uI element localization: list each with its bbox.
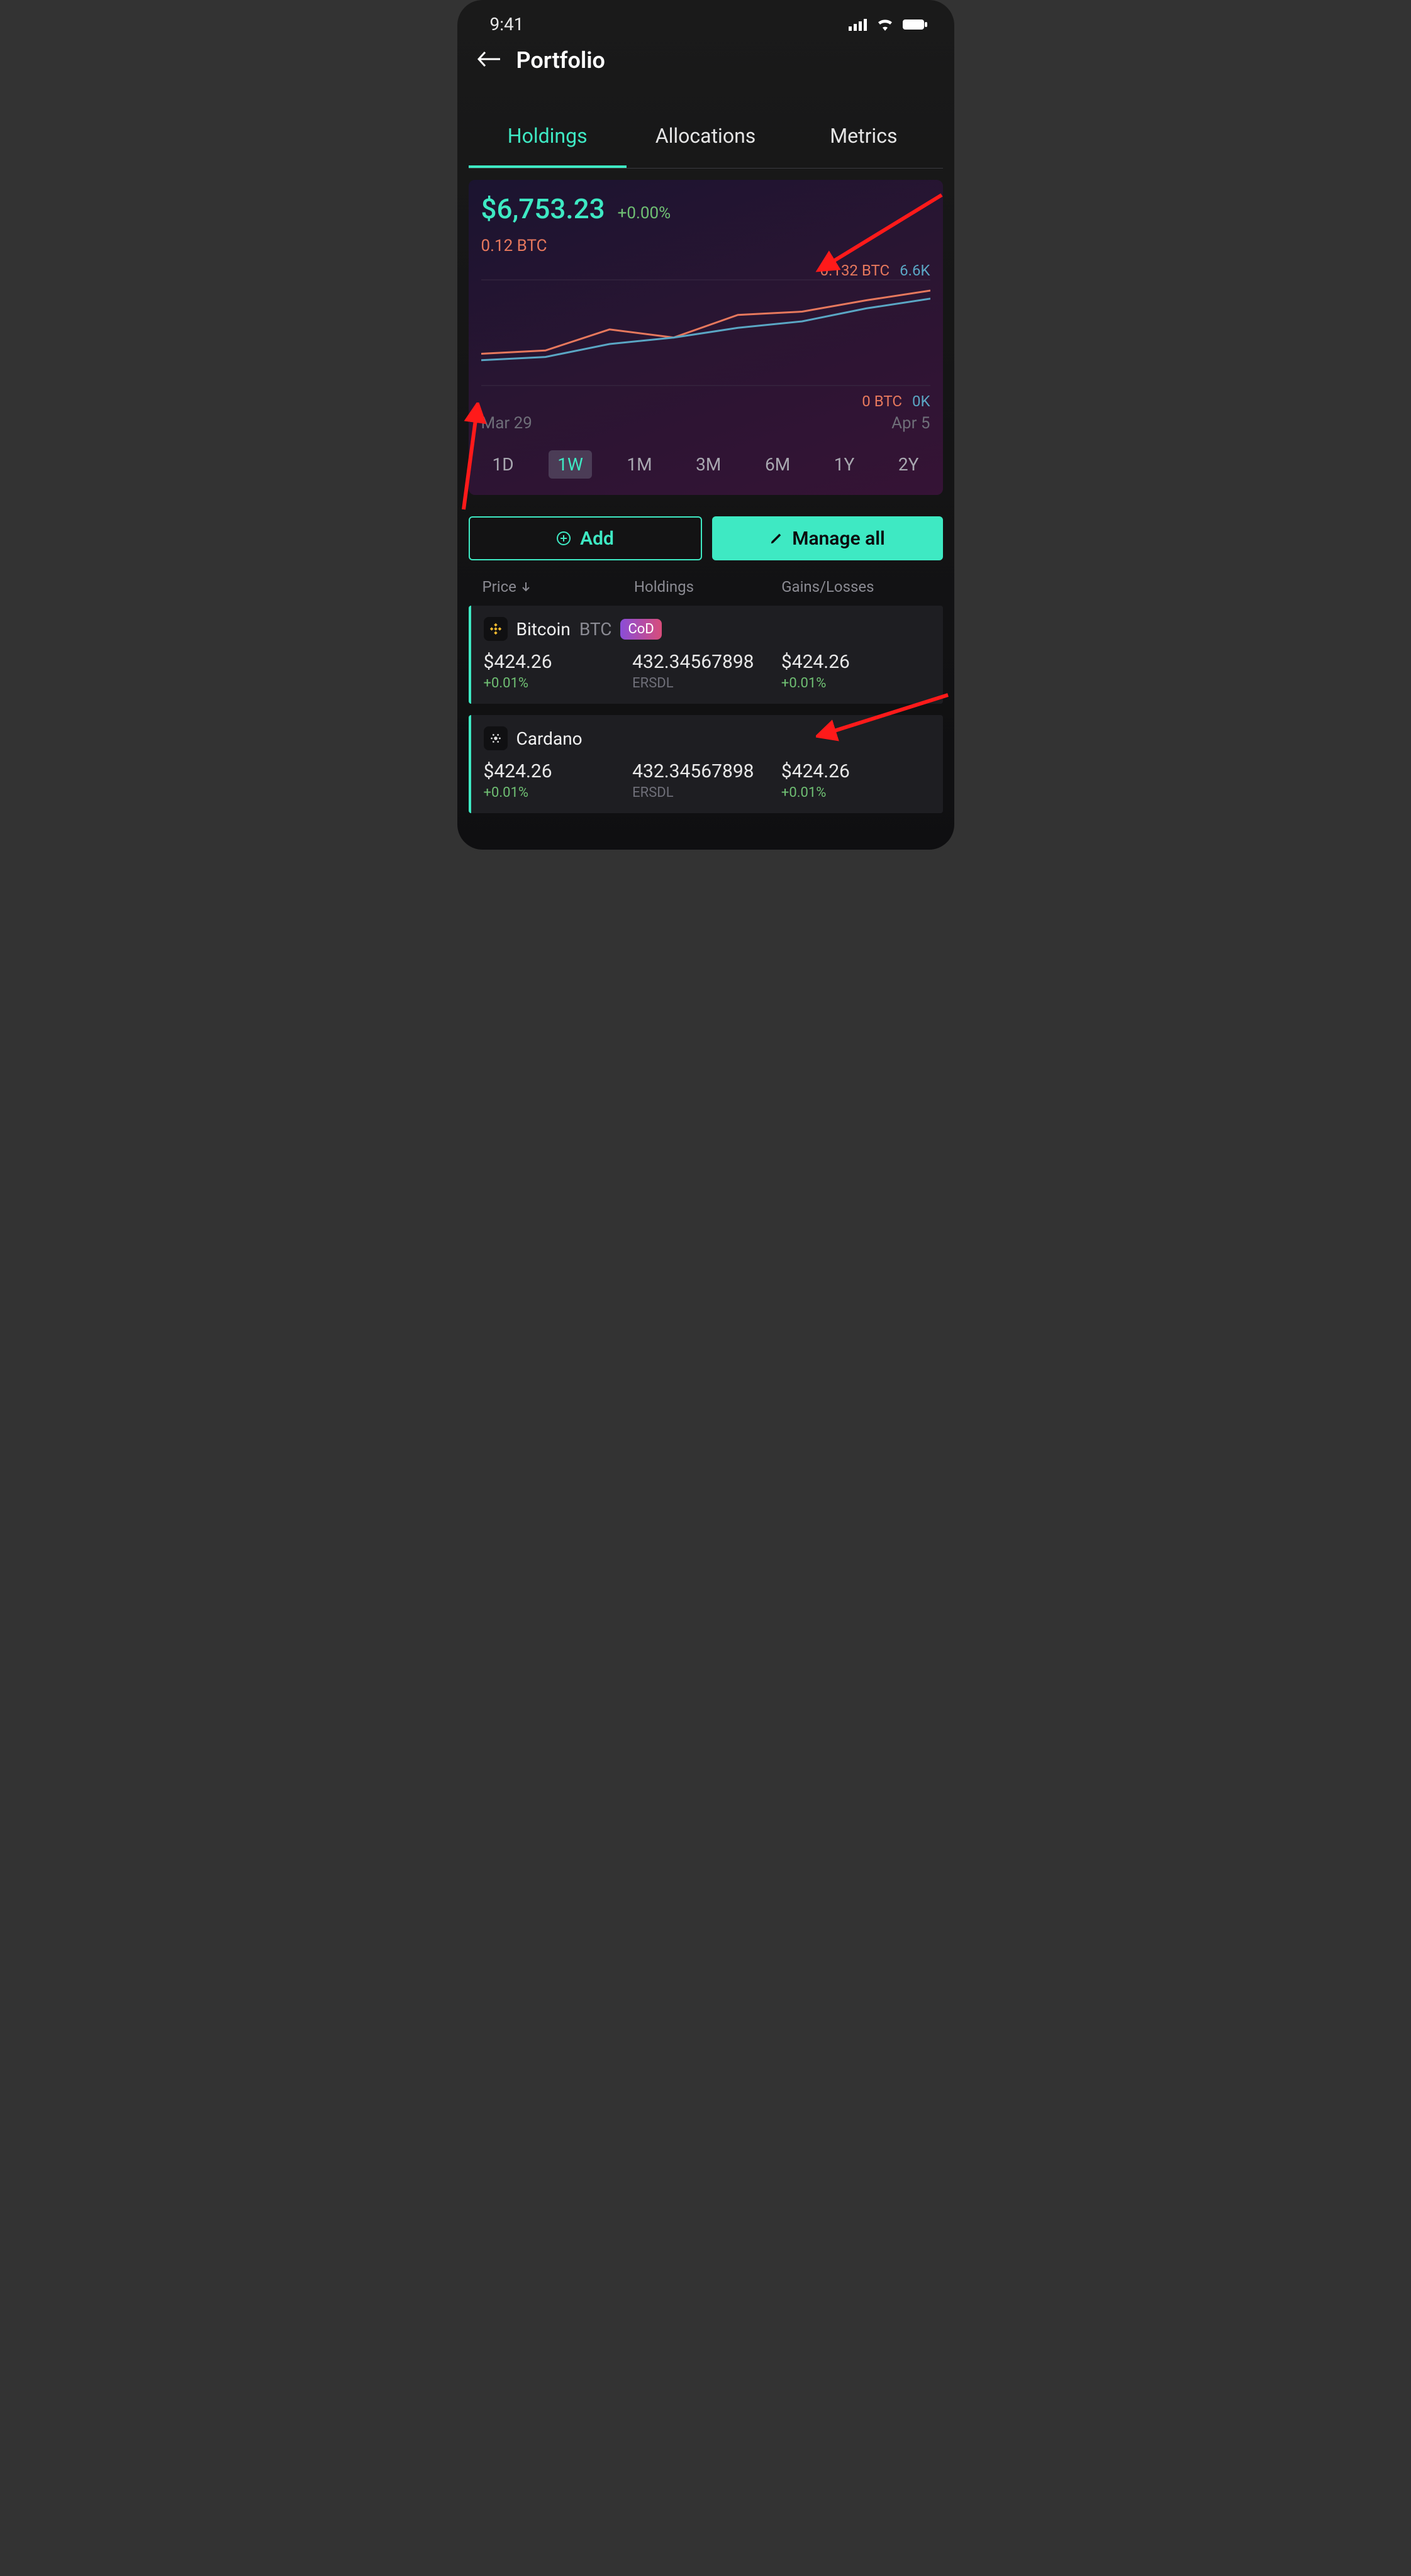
- asset-row[interactable]: BitcoinBTCCoD$424.26+0.01%432.34567898ER…: [469, 606, 943, 704]
- pencil-icon: [769, 531, 783, 545]
- axis-top-usd: 6.6K: [900, 262, 930, 279]
- page-title: Portfolio: [516, 47, 605, 74]
- asset-price-change: +0.01%: [484, 785, 633, 801]
- battery-icon: [903, 18, 928, 31]
- signal-icon: [849, 18, 867, 31]
- asset-badge: CoD: [620, 619, 661, 640]
- chart-date-range: Mar 29 Apr 5: [481, 414, 930, 433]
- tab-metrics[interactable]: Metrics: [784, 111, 942, 168]
- range-2y[interactable]: 2Y: [890, 450, 928, 479]
- status-icons: [849, 18, 928, 31]
- asset-price-change: +0.01%: [484, 675, 633, 691]
- time-range-selector: 1D 1W 1M 3M 6M 1Y 2Y: [481, 450, 930, 479]
- col-header-price[interactable]: Price: [482, 578, 634, 596]
- asset-name: Bitcoin: [516, 619, 571, 640]
- action-row: Add Manage all: [469, 516, 943, 560]
- binance-icon: [484, 617, 508, 641]
- chart-axis-bottom: 0 BTC 0K: [481, 392, 930, 410]
- cardano-icon: [484, 726, 508, 750]
- col-header-holdings[interactable]: Holdings: [634, 578, 781, 596]
- tab-holdings[interactable]: Holdings: [469, 111, 627, 168]
- tabs: Holdings Allocations Metrics: [469, 111, 943, 169]
- range-6m[interactable]: 6M: [756, 450, 799, 479]
- balance-change: +0.00%: [618, 204, 671, 223]
- axis-bottom-usd: 0K: [912, 392, 930, 410]
- status-bar: 9:41: [457, 0, 954, 41]
- balance-chart-card: $6,753.23 +0.00% 0.12 BTC 0.132 BTC 6.6K…: [469, 180, 943, 495]
- range-1m[interactable]: 1M: [618, 450, 661, 479]
- tab-allocations[interactable]: Allocations: [627, 111, 784, 168]
- chart-series-usd: [481, 299, 930, 360]
- asset-gain: $424.26: [781, 651, 930, 673]
- back-arrow-icon[interactable]: [476, 50, 501, 71]
- range-1w[interactable]: 1W: [549, 450, 592, 479]
- asset-holdings-unit: ERSDL: [632, 675, 781, 691]
- add-button[interactable]: Add: [469, 516, 702, 560]
- asset-holdings-amount: 432.34567898: [632, 760, 781, 782]
- chart-series-btc: [481, 291, 930, 354]
- range-1d[interactable]: 1D: [484, 450, 523, 479]
- chart-date-end: Apr 5: [891, 414, 930, 433]
- sort-down-icon: [521, 582, 530, 592]
- chart-area[interactable]: [481, 279, 930, 386]
- phone-frame: 9:41 Portfolio Holdings Allocations Metr…: [457, 0, 954, 850]
- plus-circle-icon: [556, 531, 571, 546]
- range-3m[interactable]: 3M: [687, 450, 730, 479]
- asset-list: BitcoinBTCCoD$424.26+0.01%432.34567898ER…: [457, 606, 954, 813]
- balance-btc: 0.12 BTC: [481, 236, 930, 255]
- asset-gain-change: +0.01%: [781, 785, 930, 801]
- chart-date-start: Mar 29: [481, 414, 532, 433]
- wifi-icon: [876, 18, 894, 31]
- chart-axis-top: 0.132 BTC 6.6K: [481, 262, 930, 279]
- asset-ticker: BTC: [579, 619, 612, 640]
- asset-gain-change: +0.01%: [781, 675, 930, 691]
- asset-holdings-unit: ERSDL: [632, 785, 781, 801]
- add-button-label: Add: [580, 528, 614, 550]
- asset-holdings-amount: 432.34567898: [632, 651, 781, 673]
- range-1y[interactable]: 1Y: [825, 450, 864, 479]
- manage-all-button[interactable]: Manage all: [712, 516, 943, 560]
- manage-button-label: Manage all: [792, 528, 885, 550]
- balance-fiat: $6,753.23: [481, 192, 605, 225]
- axis-bottom-btc: 0 BTC: [862, 392, 902, 410]
- asset-gain: $424.26: [781, 760, 930, 782]
- asset-list-header: Price Holdings Gains/Losses: [482, 578, 929, 596]
- asset-price: $424.26: [484, 760, 633, 782]
- status-time: 9:41: [490, 14, 524, 35]
- nav-bar: Portfolio: [457, 41, 954, 92]
- asset-price: $424.26: [484, 651, 633, 673]
- asset-name: Cardano: [516, 728, 583, 749]
- col-header-gains[interactable]: Gains/Losses: [781, 578, 929, 596]
- asset-row[interactable]: Cardano$424.26+0.01%432.34567898ERSDL$42…: [469, 715, 943, 813]
- axis-top-btc: 0.132 BTC: [820, 262, 890, 279]
